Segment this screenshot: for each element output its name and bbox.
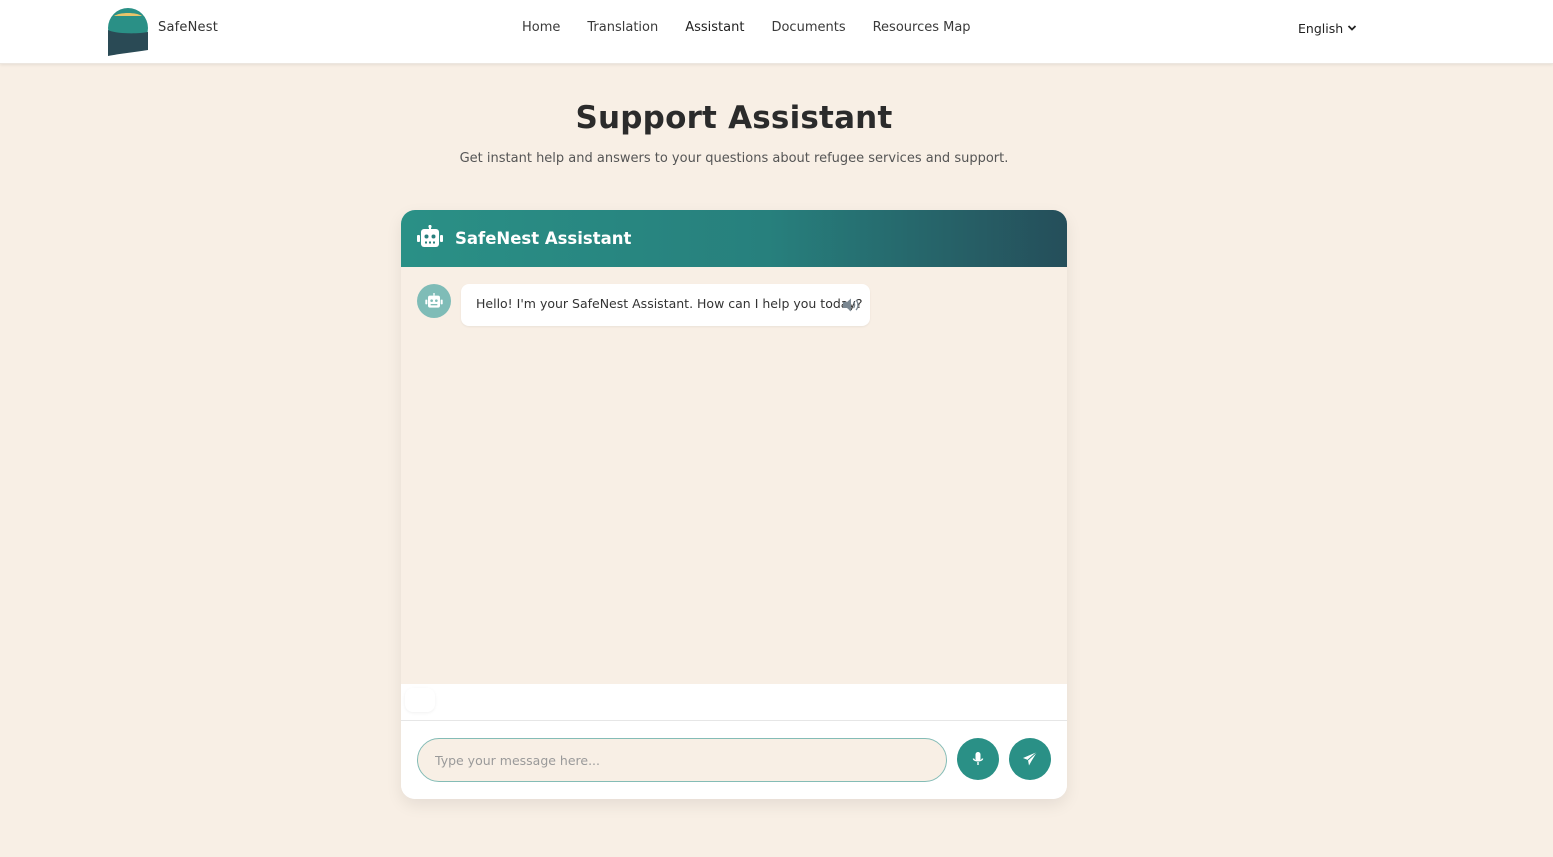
language-label: English — [1298, 21, 1344, 36]
language-selector[interactable]: English — [1298, 21, 1357, 36]
main-nav: Home Translation Assistant Documents Res… — [522, 20, 971, 35]
chat-messages[interactable]: Hello! I'm your SafeNest Assistant. How … — [401, 267, 1067, 684]
page-subtitle: Get instant help and answers to your que… — [459, 151, 1009, 166]
top-navbar: SafeNest Home Translation Assistant Docu… — [0, 0, 1553, 64]
voice-input-button[interactable] — [957, 738, 999, 780]
brand-name[interactable]: SafeNest — [158, 20, 218, 35]
chevron-down-icon — [1347, 21, 1357, 36]
chat-input-area — [401, 721, 1067, 799]
nav-home[interactable]: Home — [522, 20, 560, 35]
chat-header: SafeNest Assistant — [401, 210, 1067, 267]
nav-assistant[interactable]: Assistant — [685, 20, 744, 35]
nav-translation[interactable]: Translation — [587, 20, 658, 35]
safenest-logo[interactable] — [106, 8, 150, 56]
speaker-icon[interactable] — [841, 297, 861, 313]
page-title: Support Assistant — [575, 100, 893, 136]
message-input[interactable] — [417, 738, 947, 782]
chat-title: SafeNest Assistant — [455, 229, 632, 248]
bot-message: Hello! I'm your SafeNest Assistant. How … — [461, 284, 870, 326]
robot-icon — [417, 224, 443, 253]
bot-avatar — [417, 284, 451, 318]
message-text: Hello! I'm your SafeNest Assistant. How … — [476, 296, 863, 311]
microphone-icon — [972, 752, 984, 765]
nav-documents[interactable]: Documents — [771, 20, 845, 35]
robot-icon — [425, 293, 443, 308]
chat-panel: SafeNest Assistant Hello! I'm your SafeN… — [401, 210, 1067, 799]
typing-area — [401, 684, 1067, 720]
send-button[interactable] — [1009, 738, 1051, 780]
typing-indicator — [405, 688, 435, 712]
nav-resources-map[interactable]: Resources Map — [873, 20, 971, 35]
paper-plane-icon — [1023, 751, 1038, 766]
